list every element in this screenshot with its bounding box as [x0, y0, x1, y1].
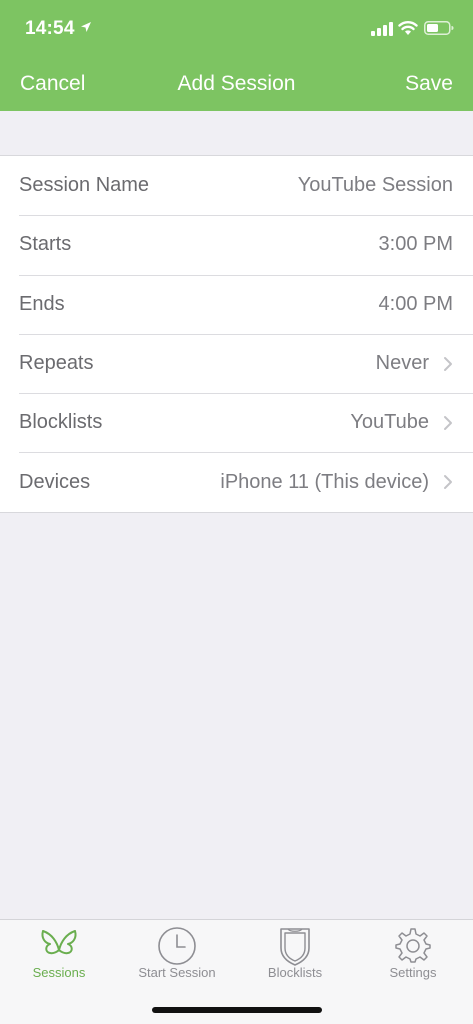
session-name-row[interactable]: Session Name YouTube Session: [0, 156, 473, 215]
clock-icon: [158, 927, 196, 965]
header: 14:54 Add Session Cancel Save: [0, 0, 473, 111]
chevron-right-icon: [444, 356, 452, 371]
devices-value: iPhone 11 (This device): [220, 470, 429, 493]
devices-label: Devices: [19, 470, 91, 493]
ends-value: 4:00 PM: [378, 292, 453, 315]
tab-blocklists[interactable]: Blocklists: [236, 920, 354, 988]
tab-settings[interactable]: Settings: [354, 920, 472, 988]
tab-label: Sessions: [32, 965, 86, 980]
wifi-icon: [398, 21, 418, 35]
ends-label: Ends: [19, 292, 65, 315]
session-form: Session Name YouTube Session Starts 3:00…: [0, 155, 473, 513]
cancel-button[interactable]: Cancel: [20, 72, 85, 96]
blocklists-label: Blocklists: [19, 411, 103, 434]
status-time: 14:54: [25, 18, 75, 39]
butterfly-icon: [41, 930, 77, 955]
session-name-label: Session Name: [19, 174, 150, 197]
save-button[interactable]: Save: [405, 72, 453, 96]
ends-row[interactable]: Ends 4:00 PM: [0, 274, 473, 334]
shield-icon: [280, 928, 310, 966]
battery-icon: [424, 21, 454, 35]
location-arrow-icon: [81, 22, 91, 32]
chevron-right-icon: [444, 415, 452, 430]
status-bar: 14:54: [0, 0, 473, 58]
repeats-label: Repeats: [19, 352, 94, 375]
session-name-field[interactable]: YouTube Session: [298, 174, 453, 197]
tab-label: Settings: [389, 965, 437, 980]
chevron-right-icon: [444, 475, 452, 490]
blocklists-row[interactable]: Blocklists YouTube: [0, 393, 473, 452]
starts-row[interactable]: Starts 3:00 PM: [0, 215, 473, 274]
repeats-value: Never: [375, 352, 429, 375]
tab-start-session[interactable]: Start Session: [118, 920, 236, 988]
repeats-row[interactable]: Repeats Never: [0, 333, 473, 393]
starts-value: 3:00 PM: [378, 233, 453, 256]
gear-icon: [395, 928, 431, 963]
starts-label: Starts: [19, 233, 72, 256]
devices-row[interactable]: Devices iPhone 11 (This device): [0, 452, 473, 511]
cellular-signal-icon: [371, 22, 393, 36]
tab-label: Blocklists: [267, 965, 323, 980]
navigation-bar: Add Session Cancel Save: [0, 58, 473, 111]
tab-sessions[interactable]: Sessions: [0, 920, 118, 988]
home-indicator[interactable]: [152, 1007, 322, 1013]
tab-label: Start Session: [138, 965, 216, 980]
blocklists-value: YouTube: [350, 411, 429, 434]
